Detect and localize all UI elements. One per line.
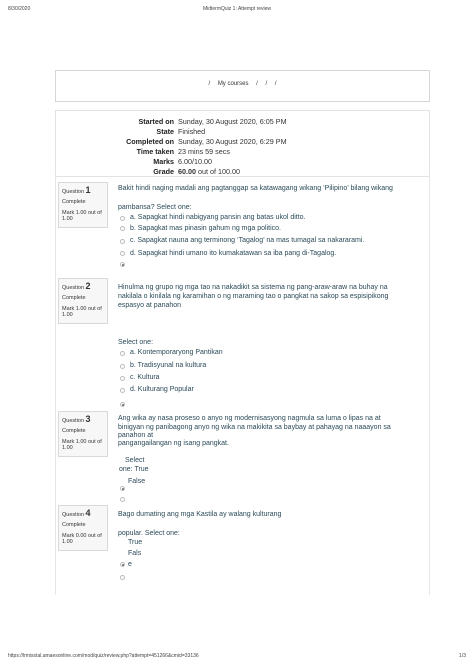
question-text: nakilala o kinilala ng karamihan o ng ma… <box>118 293 389 300</box>
print-footer: https://lrmisstal.amaesonline.com/mod/qu… <box>8 653 466 659</box>
option-radio[interactable] <box>120 497 125 502</box>
option-a-label[interactable]: a. Kontemporaryong Pantikan <box>130 349 223 356</box>
question-mark: Mark 1.00 out of 1.00 <box>62 438 102 452</box>
selected-radio[interactable] <box>120 562 125 567</box>
option-a-label[interactable]: a. Sapagkat hindi nabigyang pansin ang b… <box>130 214 306 221</box>
question-text: Ang wika ay nasa proseso o anyo ng moder… <box>118 415 381 422</box>
question-text: popular. Select one: <box>118 530 180 537</box>
selected-radio[interactable] <box>120 262 125 267</box>
option-c-label[interactable]: c. Kultura <box>130 374 160 381</box>
summary-completed-on: Completed on Sunday, 30 August 2020, 6:2… <box>126 137 287 146</box>
question-mark: Mark 1.00 out of 1.00 <box>62 305 102 319</box>
option-b-radio[interactable] <box>120 364 125 369</box>
summary-started-on: Started on Sunday, 30 August 2020, 6:05 … <box>138 117 287 126</box>
select-label: Select <box>125 457 145 464</box>
summary-state: State Finished <box>156 127 206 136</box>
question-number: 4 <box>85 508 91 518</box>
option-d-label[interactable]: d. Kulturang Popular <box>130 386 194 393</box>
breadcrumb-separator: / <box>265 81 268 87</box>
question-number: 3 <box>85 414 91 424</box>
question-state: Complete <box>62 428 86 434</box>
question-info: Question 4 Complete Mark 0.00 out of 1.0… <box>58 505 108 551</box>
selected-radio[interactable] <box>120 402 125 407</box>
question-text: Hinulma ng grupo ng mga tao na nakadikit… <box>118 284 388 291</box>
print-page: 1/3 <box>459 653 466 659</box>
option-b-label[interactable]: b. Tradisyunal na kultura <box>130 362 206 369</box>
print-title: MidtermQuiz 1: Attempt review <box>202 6 272 12</box>
question-text: Bago dumating ang mga Kastila ay walang … <box>118 511 282 518</box>
attempt-summary: Started on Sunday, 30 August 2020, 6:05 … <box>55 110 430 177</box>
summary-marks: Marks 6.00/10.00 <box>153 157 212 166</box>
option-radio[interactable] <box>120 575 125 580</box>
breadcrumb-separator: / <box>274 81 277 87</box>
question-text: pangangailangan ng isang pangkat. <box>118 440 229 447</box>
option-true-label[interactable]: True <box>128 539 142 546</box>
question-state: Complete <box>62 522 86 528</box>
question-mark: Mark 0.00 out of 1.00 <box>62 532 102 546</box>
question-mark: Mark 1.00 out of 1.00 <box>62 209 102 223</box>
question-text: espasyo at panahon <box>118 302 182 309</box>
option-false-label[interactable]: False <box>128 478 145 485</box>
option-b-radio[interactable] <box>120 226 125 231</box>
breadcrumb: / My courses / / / <box>56 81 429 87</box>
option-a-radio[interactable] <box>120 351 125 356</box>
option-c-radio[interactable] <box>120 239 125 244</box>
print-header: 8/30/2020 MidtermQuiz 1: Attempt review <box>8 6 466 12</box>
option-b-label[interactable]: b. Sapagkat mas pinasin gahum ng mga pol… <box>130 225 281 232</box>
question-number: 1 <box>85 185 91 195</box>
option-d-radio[interactable] <box>120 388 125 393</box>
option-false-label[interactable]: Fals <box>128 550 141 557</box>
question-text: Bakit hindi naging madali ang pagtanggap… <box>118 185 393 192</box>
breadcrumb-my-courses[interactable]: My courses <box>218 81 249 87</box>
print-url: https://lrmisstal.amaesonline.com/mod/qu… <box>8 653 199 659</box>
option-d-radio[interactable] <box>120 251 125 256</box>
question-state: Complete <box>62 199 86 205</box>
breadcrumb-separator: / <box>256 81 258 87</box>
question-state: Complete <box>62 295 86 301</box>
question-text: pambansa? Select one: <box>118 204 192 211</box>
question-info: Question 2 Complete Mark 1.00 out of 1.0… <box>58 278 108 324</box>
breadcrumb-bar: / My courses / / / <box>55 70 430 102</box>
breadcrumb-separator: / <box>208 81 211 87</box>
option-true-label[interactable]: one: True <box>119 466 149 473</box>
question-number: 2 <box>85 281 91 291</box>
option-d-label[interactable]: d. Sapagkat hindi umano ito kumakatawan … <box>130 250 336 257</box>
option-c-label[interactable]: c. Sapagkat nauna ang terminong ‘Tagalog… <box>130 237 364 244</box>
question-info: Question 3 Complete Mark 1.00 out of 1.0… <box>58 411 108 457</box>
option-c-radio[interactable] <box>120 376 125 381</box>
option-a-radio[interactable] <box>120 216 125 221</box>
question-info: Question 1 Complete Mark 1.00 out of 1.0… <box>58 182 108 228</box>
selected-radio[interactable] <box>120 486 125 491</box>
summary-time-taken: Time taken 23 mins 59 secs <box>136 147 230 156</box>
option-false-label-cont[interactable]: e <box>128 561 132 568</box>
select-one-label: Select one: <box>118 339 154 346</box>
